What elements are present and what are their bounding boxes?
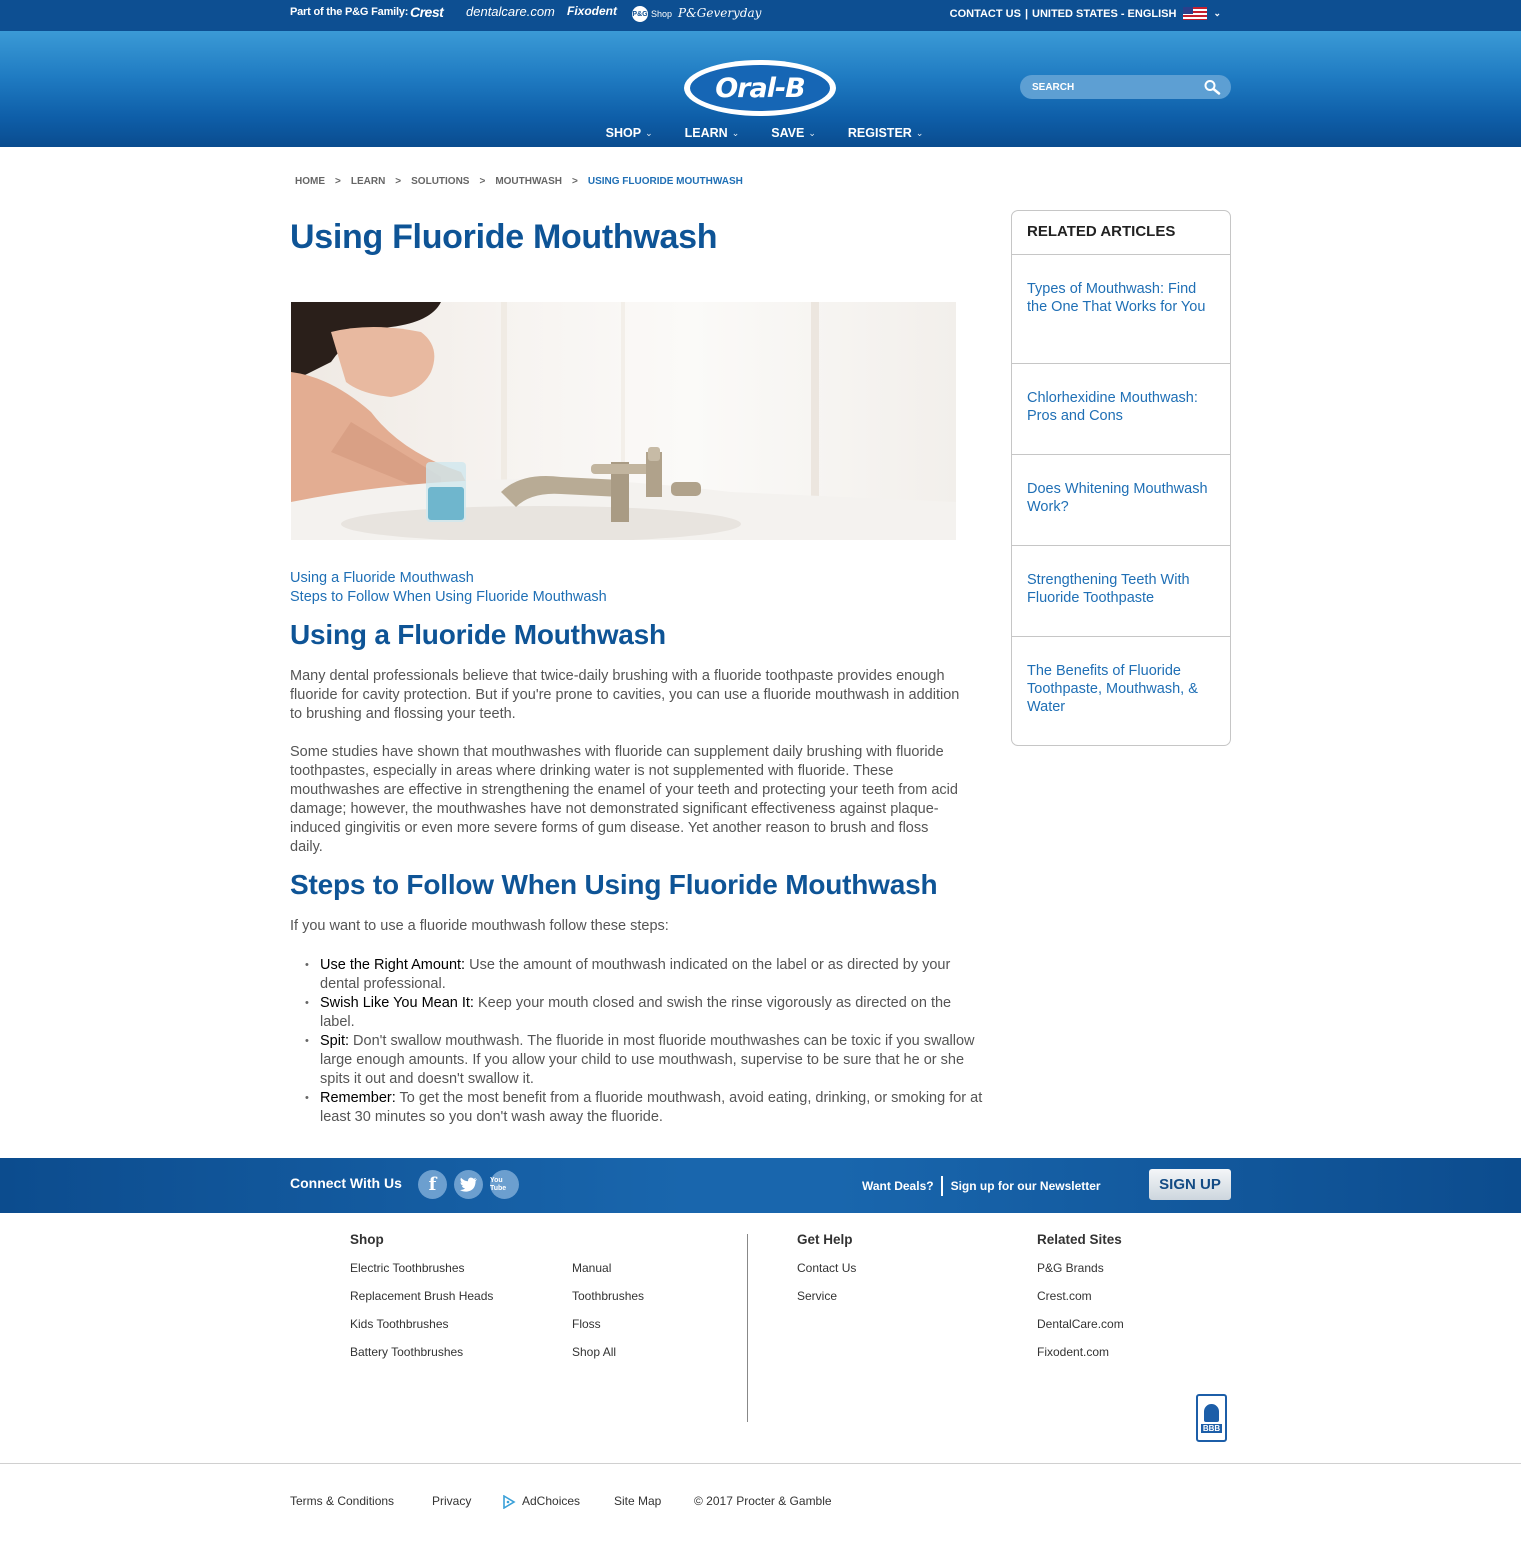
sign-up-button[interactable]: SIGN UP <box>1149 1169 1231 1200</box>
footer-link[interactable]: Manual <box>572 1261 611 1275</box>
footer-related-title: Related Sites <box>1037 1232 1122 1247</box>
list-item: Use the Right Amount: Use the amount of … <box>305 956 988 994</box>
oral-b-logo[interactable]: Oral-B <box>684 60 836 116</box>
terms-link[interactable]: Terms & Conditions <box>290 1494 394 1508</box>
deals-label: Want Deals? <box>862 1179 934 1193</box>
table-of-contents: Using a Fluoride Mouthwash Steps to Foll… <box>290 569 607 607</box>
top-right-links: CONTACT US | UNITED STATES - ENGLISH ⌄ <box>949 7 1221 20</box>
related-article-link[interactable]: Strengthening Teeth With Fluoride Toothp… <box>1012 546 1230 637</box>
copyright: © 2017 Procter & Gamble <box>694 1494 832 1508</box>
twitter-icon[interactable] <box>454 1170 483 1199</box>
list-item: Swish Like You Mean It: Keep your mouth … <box>305 994 988 1032</box>
related-articles-heading: RELATED ARTICLES <box>1012 211 1230 255</box>
connect-label: Connect With Us <box>290 1175 402 1191</box>
crest-link[interactable]: Crest <box>410 4 444 20</box>
list-item: Remember: To get the most benefit from a… <box>305 1089 988 1127</box>
paragraph: Many dental professionals believe that t… <box>290 668 960 722</box>
breadcrumb-home[interactable]: HOME <box>295 176 325 187</box>
footer-help-title: Get Help <box>797 1232 853 1247</box>
footer-link[interactable]: Fixodent.com <box>1037 1345 1109 1359</box>
pg-everyday-link[interactable]: P&Geveryday <box>678 6 761 20</box>
breadcrumb-current: USING FLUORIDE MOUTHWASH <box>587 176 743 187</box>
pg-logo-icon: P&G <box>632 6 648 22</box>
breadcrumb-solutions[interactable]: SOLUTIONS <box>411 176 469 187</box>
steps-list: Use the Right Amount: Use the amount of … <box>305 956 988 1127</box>
toc-link[interactable]: Using a Fluoride Mouthwash <box>290 569 607 588</box>
footer-shop-title: Shop <box>350 1232 384 1247</box>
related-article-link[interactable]: Chlorhexidine Mouthwash: Pros and Cons <box>1012 364 1230 455</box>
search-box <box>1020 75 1231 99</box>
chevron-down-icon[interactable]: ⌄ <box>1213 8 1221 19</box>
chevron-down-icon: ⌄ <box>731 127 740 138</box>
contact-us-link[interactable]: CONTACT US <box>950 8 1021 20</box>
footer-link[interactable]: DentalCare.com <box>1037 1317 1124 1331</box>
breadcrumb: HOME > LEARN > SOLUTIONS > MOUTHWASH > USING… <box>295 176 743 187</box>
main-nav: SHOP ⌄ LEARN ⌄ SAVE ⌄ REGISTER ⌄ <box>0 126 1521 140</box>
youtube-icon[interactable]: You Tube <box>490 1170 519 1199</box>
footer-link[interactable]: Replacement Brush Heads <box>350 1289 493 1303</box>
toc-link[interactable]: Steps to Follow When Using Fluoride Mout… <box>290 588 607 607</box>
nav-register[interactable]: REGISTER ⌄ <box>848 126 923 140</box>
site-map-link[interactable]: Site Map <box>614 1494 661 1508</box>
nav-save[interactable]: SAVE ⌄ <box>771 126 816 140</box>
footer-link[interactable]: Battery Toothbrushes <box>350 1345 463 1359</box>
related-articles-panel: RELATED ARTICLES Types of Mouthwash: Fin… <box>1011 210 1231 746</box>
related-article-link[interactable]: Types of Mouthwash: Find the One That Wo… <box>1012 255 1230 364</box>
footer-link[interactable]: P&G Brands <box>1037 1261 1104 1275</box>
facebook-icon[interactable]: f <box>418 1170 447 1199</box>
page-title: Using Fluoride Mouthwash <box>290 218 718 256</box>
pg-shop-label: Shop <box>651 9 673 19</box>
footer-link[interactable]: Crest.com <box>1037 1289 1092 1303</box>
footer-link[interactable]: Shop All <box>572 1345 616 1359</box>
paragraph: If you want to use a fluoride mouthwash … <box>290 918 669 934</box>
connect-bar: Connect With Us f You Tube Want Deals? S… <box>0 1158 1521 1213</box>
footer-divider <box>747 1234 748 1422</box>
adchoices-icon[interactable] <box>502 1495 516 1509</box>
dentalcare-link[interactable]: dentalcare.com <box>466 4 555 19</box>
footer-rule <box>0 1463 1521 1464</box>
footer-link[interactable]: Kids Toothbrushes <box>350 1317 449 1331</box>
chevron-down-icon: ⌄ <box>645 127 653 138</box>
nav-shop[interactable]: SHOP ⌄ <box>606 126 653 140</box>
bbb-label: BBB <box>1200 1423 1223 1433</box>
search-icon[interactable] <box>1203 79 1221 95</box>
chevron-down-icon: ⌄ <box>915 127 924 138</box>
footer-link[interactable]: Contact Us <box>797 1261 856 1275</box>
top-strip: Part of the P&G Family: Crest dentalcare… <box>0 0 1521 31</box>
section-heading: Steps to Follow When Using Fluoride Mout… <box>290 869 938 900</box>
search-input[interactable] <box>1032 79 1192 95</box>
breadcrumb-mouthwash[interactable]: MOUTHWASH <box>495 176 562 187</box>
privacy-link[interactable]: Privacy <box>432 1494 471 1508</box>
footer-link[interactable]: Floss <box>572 1317 601 1331</box>
newsletter-label: Sign up for our Newsletter <box>950 1179 1101 1193</box>
related-article-link[interactable]: The Benefits of Fluoride Toothpaste, Mou… <box>1012 637 1230 744</box>
pg-shop-link[interactable]: P&G Shop <box>632 6 672 22</box>
region-selector[interactable]: UNITED STATES - ENGLISH <box>1032 8 1176 20</box>
bbb-flame-icon <box>1204 1403 1219 1422</box>
footer-link[interactable]: Toothbrushes <box>572 1289 644 1303</box>
paragraph: Some studies have shown that mouthwashes… <box>290 744 958 855</box>
chevron-down-icon: ⌄ <box>808 127 816 138</box>
list-item: Spit: Don't swallow mouthwash. The fluor… <box>305 1032 988 1089</box>
adchoices-link[interactable]: AdChoices <box>522 1494 580 1508</box>
footer-link[interactable]: Electric Toothbrushes <box>350 1261 465 1275</box>
newsletter-promo: Want Deals? Sign up for our Newsletter <box>862 1176 1101 1196</box>
footer-link[interactable]: Service <box>797 1289 837 1303</box>
site-header: Oral-B SHOP⌄ LEARN⌄ SAVE⌄ REGISTER⌄ <box>0 31 1521 147</box>
nav-learn[interactable]: LEARN ⌄ <box>685 126 740 140</box>
section-heading: Using a Fluoride Mouthwash <box>290 619 666 650</box>
related-article-link[interactable]: Does Whitening Mouthwash Work? <box>1012 455 1230 546</box>
bbb-badge[interactable]: BBB <box>1196 1394 1227 1442</box>
us-flag-icon <box>1183 7 1208 20</box>
fixodent-link[interactable]: Fixodent <box>567 4 617 18</box>
hero-image <box>291 302 956 540</box>
logo-text: Oral-B <box>690 65 830 111</box>
woman-rinsing-mouthwash-image <box>291 302 956 540</box>
breadcrumb-learn[interactable]: LEARN <box>351 176 385 187</box>
family-label: Part of the P&G Family: <box>290 6 409 18</box>
